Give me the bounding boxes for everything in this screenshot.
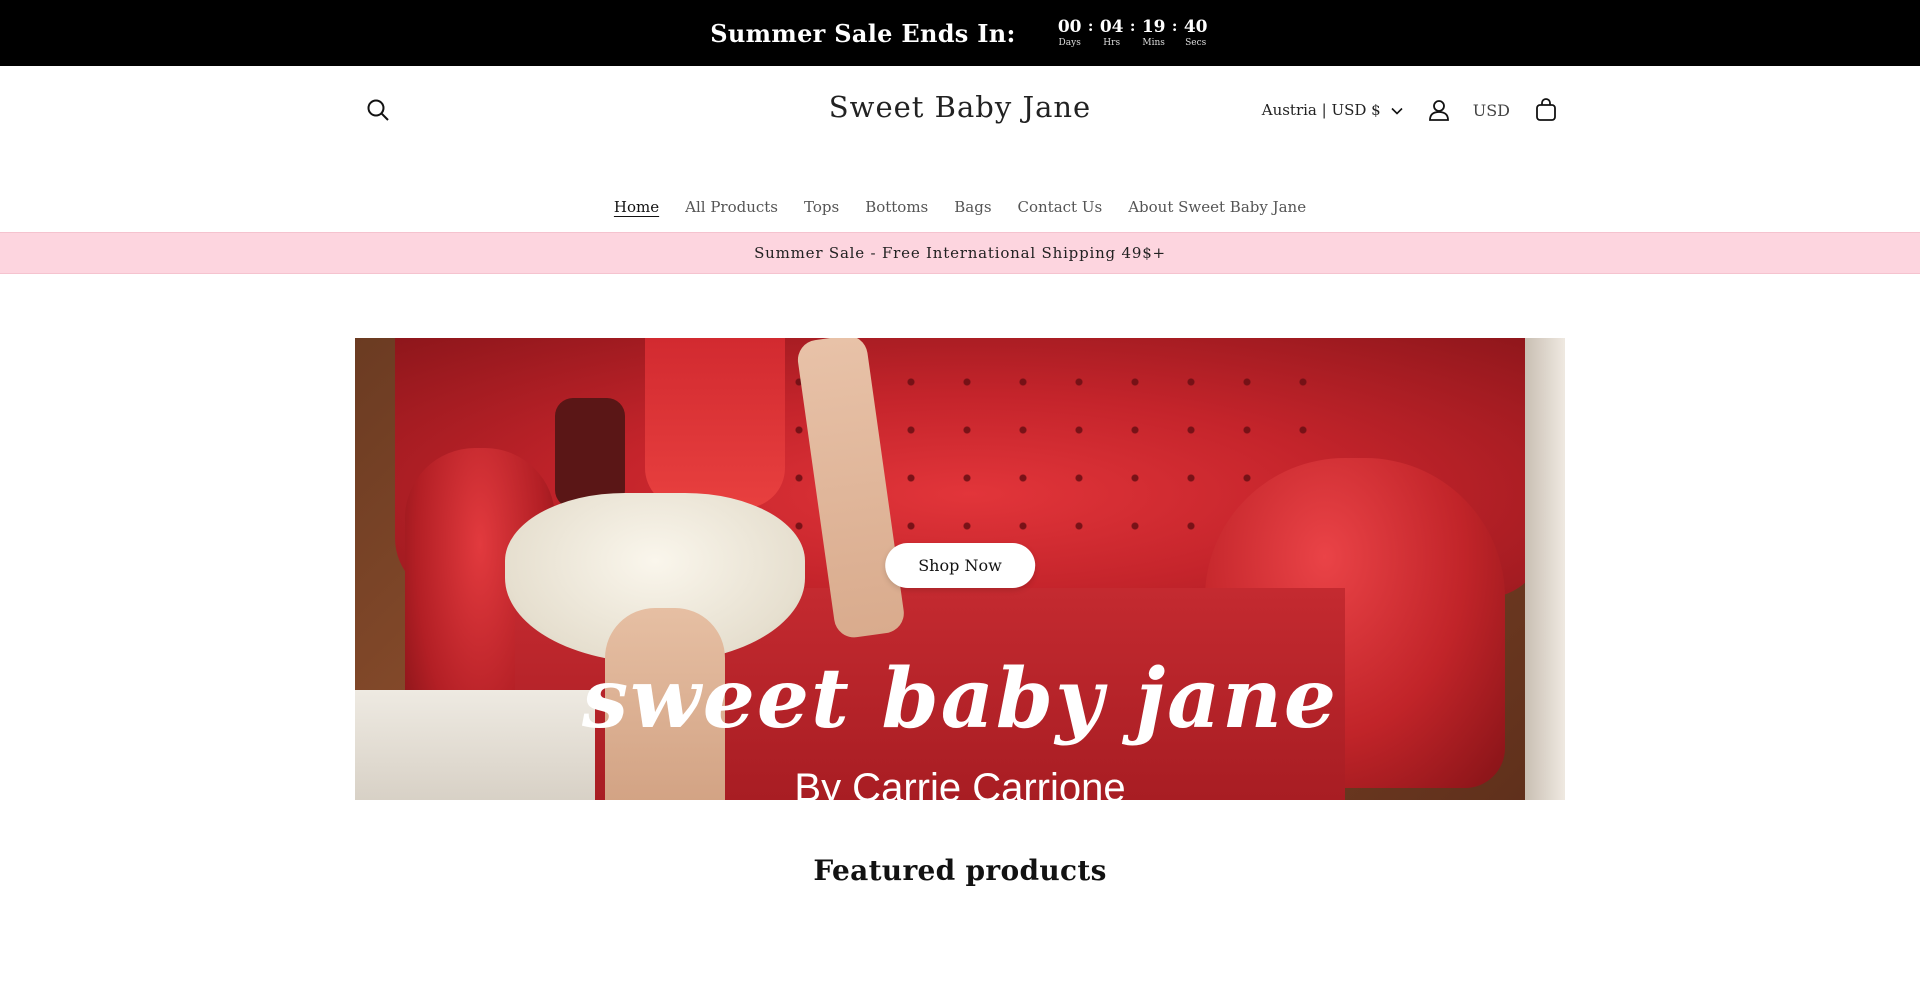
countdown-inner: Summer Sale Ends In: 00 Days : 04 Hrs : …: [710, 17, 1209, 49]
chevron-down-icon: [1391, 101, 1403, 119]
nav-item-about[interactable]: About Sweet Baby Jane: [1128, 198, 1306, 216]
cart-icon[interactable]: [1532, 96, 1560, 124]
countdown-timer: 00 Days : 04 Hrs : 19 Mins : 40 Secs: [1056, 17, 1210, 49]
announcement-bar: Summer Sale - Free International Shippin…: [0, 232, 1920, 274]
hero-bag: [555, 398, 625, 508]
hero-byline: By Carrie Carrione: [794, 766, 1126, 800]
countdown-hours-value: 04: [1099, 17, 1124, 37]
countdown-separator: :: [1087, 17, 1094, 35]
country-selector-label: Austria | USD $: [1261, 101, 1381, 119]
countdown-hours-label: Hrs: [1103, 38, 1121, 48]
account-icon[interactable]: [1425, 96, 1453, 124]
hero-banner: Shop Now sweet baby jane By Carrie Carri…: [355, 338, 1565, 800]
countdown-title: Summer Sale Ends In:: [710, 18, 1016, 48]
site-logo: Sweet Baby Jane: [0, 90, 1920, 124]
nav-item-contact-us[interactable]: Contact Us: [1018, 198, 1103, 216]
hero-figure-top: [645, 338, 785, 508]
countdown-mins: 19 Mins: [1140, 17, 1168, 49]
countdown-secs-label: Secs: [1185, 38, 1207, 48]
site-header: Sweet Baby Jane Austria | USD $ USD Home…: [0, 66, 1920, 232]
countdown-separator: :: [1171, 17, 1178, 35]
countdown-mins-label: Mins: [1142, 38, 1165, 48]
nav-item-all-products[interactable]: All Products: [685, 198, 778, 216]
nav-item-tops[interactable]: Tops: [804, 198, 839, 216]
countdown-days-label: Days: [1058, 38, 1081, 48]
countdown-separator: :: [1129, 17, 1136, 35]
countdown-secs: 40 Secs: [1182, 17, 1210, 49]
shop-now-button[interactable]: Shop Now: [885, 543, 1035, 588]
nav-item-bags[interactable]: Bags: [954, 198, 991, 216]
hero-script-title: sweet baby jane: [581, 651, 1339, 747]
main-nav: Home All Products Tops Bottoms Bags Cont…: [0, 198, 1920, 216]
countdown-hours: 04 Hrs: [1098, 17, 1126, 49]
countdown-bar: Summer Sale Ends In: 00 Days : 04 Hrs : …: [0, 0, 1920, 66]
announcement-text: Summer Sale - Free International Shippin…: [754, 244, 1166, 262]
countdown-secs-value: 40: [1183, 17, 1208, 37]
header-actions: Austria | USD $ USD: [1262, 90, 1560, 130]
nav-item-bottoms[interactable]: Bottoms: [865, 198, 928, 216]
country-currency-selector[interactable]: Austria | USD $: [1262, 101, 1403, 119]
countdown-mins-value: 19: [1141, 17, 1166, 37]
currency-label[interactable]: USD: [1473, 101, 1510, 120]
nav-item-home[interactable]: Home: [614, 198, 659, 216]
featured-products-heading: Featured products: [813, 854, 1107, 887]
countdown-days-value: 00: [1057, 17, 1082, 37]
header-top: Sweet Baby Jane Austria | USD $ USD: [0, 66, 1920, 154]
countdown-days: 00 Days: [1056, 17, 1084, 49]
logo-link[interactable]: Sweet Baby Jane: [829, 90, 1091, 124]
